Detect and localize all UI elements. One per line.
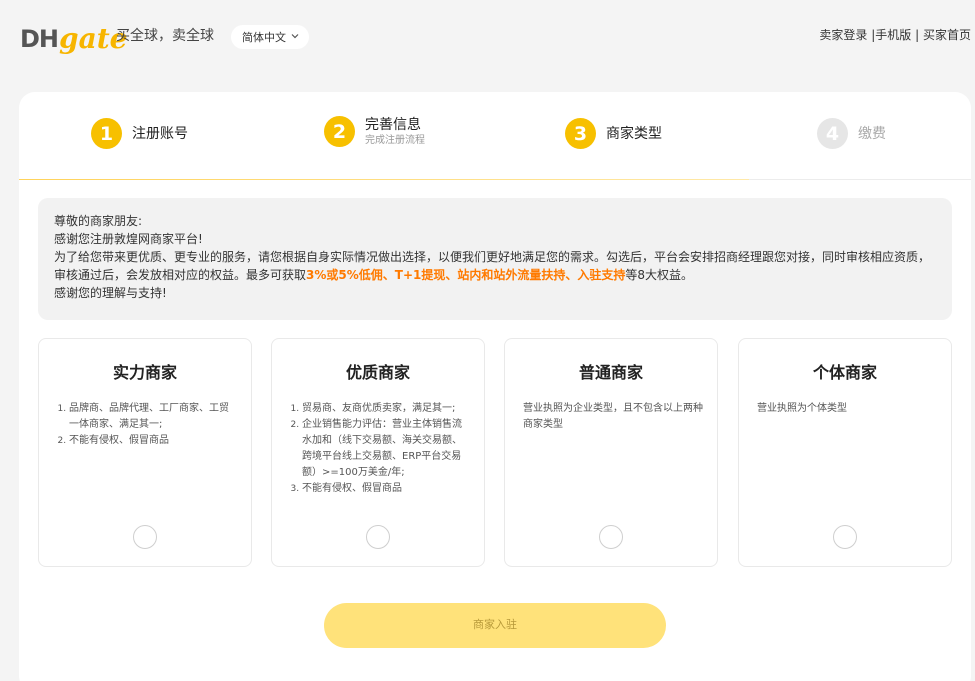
- requirement-item: 贸易商、友商优质卖家，满足其一;: [302, 401, 468, 417]
- merchant-type-requirements: 贸易商、友商优质卖家，满足其一; 企业销售能力评估：营业主体销售流水加和（线下交…: [290, 401, 468, 497]
- notice-closing: 感谢您的理解与支持!: [54, 286, 167, 300]
- top-links: 卖家登录 |手机版 | 买家首页: [819, 27, 971, 43]
- merchant-type-name: 个体商家: [812, 363, 877, 382]
- merchant-type-card-individual[interactable]: 个体商家 营业执照为个体类型: [738, 338, 952, 567]
- merchant-type-card-regular[interactable]: 普通商家 营业执照为企业类型，且不包含以上两种商家类型: [504, 338, 718, 567]
- logo-dh-text: DH: [20, 25, 59, 53]
- merchant-type-name: 实力商家: [112, 363, 177, 382]
- notice-body-end: 等8大权益。: [625, 268, 693, 282]
- step-title: 商家类型: [606, 125, 662, 142]
- dhgate-logo[interactable]: DH gate: [20, 18, 127, 54]
- step-number: 2: [324, 116, 355, 147]
- language-label: 简体中文: [242, 31, 286, 44]
- merchant-type-requirements: 品牌商、品牌代理、工厂商家、工贸一体商家、满足其一; 不能有侵权、假冒商品: [57, 401, 235, 449]
- mobile-link[interactable]: 手机版: [875, 28, 911, 42]
- merchant-type-name: 优质商家: [345, 363, 410, 382]
- merchant-type-radio[interactable]: [599, 525, 623, 549]
- step-payment: 4 缴费: [817, 118, 886, 149]
- language-select[interactable]: 简体中文: [231, 25, 309, 49]
- requirement-item: 企业销售能力评估：营业主体销售流水加和（线下交易额、海关交易额、跨境平台线上交易…: [302, 417, 468, 481]
- step-number: 3: [565, 118, 596, 149]
- notice-greeting: 尊敬的商家朋友:: [54, 214, 143, 228]
- merchant-type-description: 营业执照为企业类型，且不包含以上两种商家类型: [523, 403, 703, 430]
- step-title: 完善信息: [365, 117, 421, 133]
- step-progress-line: [19, 179, 749, 180]
- requirement-item: 品牌商、品牌代理、工厂商家、工贸一体商家、满足其一;: [69, 401, 235, 433]
- merchant-type-card-quality[interactable]: 优质商家 贸易商、友商优质卖家，满足其一; 企业销售能力评估：营业主体销售流水加…: [271, 338, 485, 567]
- merchant-type-description: 营业执照为个体类型: [757, 403, 847, 414]
- merchant-type-radio[interactable]: [366, 525, 390, 549]
- requirement-item: 不能有侵权、假冒商品: [302, 481, 468, 497]
- requirement-item: 不能有侵权、假冒商品: [69, 433, 235, 449]
- step-title: 注册账号: [132, 125, 188, 142]
- chevron-down-icon: [291, 34, 299, 39]
- step-title: 缴费: [858, 125, 886, 142]
- link-separator: |: [911, 28, 923, 42]
- merchant-type-radio[interactable]: [833, 525, 857, 549]
- merchant-join-button[interactable]: 商家入驻: [324, 603, 666, 648]
- notice-thanks: 感谢您注册敦煌网商家平台!: [54, 232, 203, 246]
- notice-body: 为了给您带来更优质、更专业的服务，请您根据自身实际情况做出选择，以便我们更好地满…: [54, 248, 936, 284]
- merchant-type-card-strong[interactable]: 实力商家 品牌商、品牌代理、工厂商家、工贸一体商家、满足其一; 不能有侵权、假冒…: [38, 338, 252, 567]
- step-merchant-type: 3 商家类型: [565, 118, 662, 149]
- step-progress: 1 注册账号 2 完善信息 完成注册流程 3 商家类型 4 缴费: [19, 92, 971, 180]
- seller-login-link[interactable]: 卖家登录: [819, 28, 867, 42]
- notice-highlight: 3%或5%低佣、T+1提现、站内和站外流量扶持、入驻支持: [306, 268, 626, 282]
- merchant-type-radio[interactable]: [133, 525, 157, 549]
- registration-card: 1 注册账号 2 完善信息 完成注册流程 3 商家类型 4 缴费 尊敬的商家朋友…: [19, 92, 971, 681]
- buyer-home-link[interactable]: 买家首页: [923, 28, 971, 42]
- step-register-account: 1 注册账号: [91, 118, 188, 149]
- step-number: 1: [91, 118, 122, 149]
- merchant-type-name: 普通商家: [578, 363, 643, 382]
- step-complete-info: 2 完善信息 完成注册流程: [324, 116, 425, 147]
- slogan: 买全球，卖全球: [116, 28, 214, 44]
- step-number: 4: [817, 118, 848, 149]
- notice-box: 尊敬的商家朋友: 感谢您注册敦煌网商家平台! 为了给您带来更优质、更专业的服务，…: [38, 198, 952, 320]
- page-header: DH gate 买全球，卖全球 简体中文 卖家登录 |手机版 | 买家首页: [0, 0, 975, 70]
- step-subtitle: 完成注册流程: [365, 135, 425, 146]
